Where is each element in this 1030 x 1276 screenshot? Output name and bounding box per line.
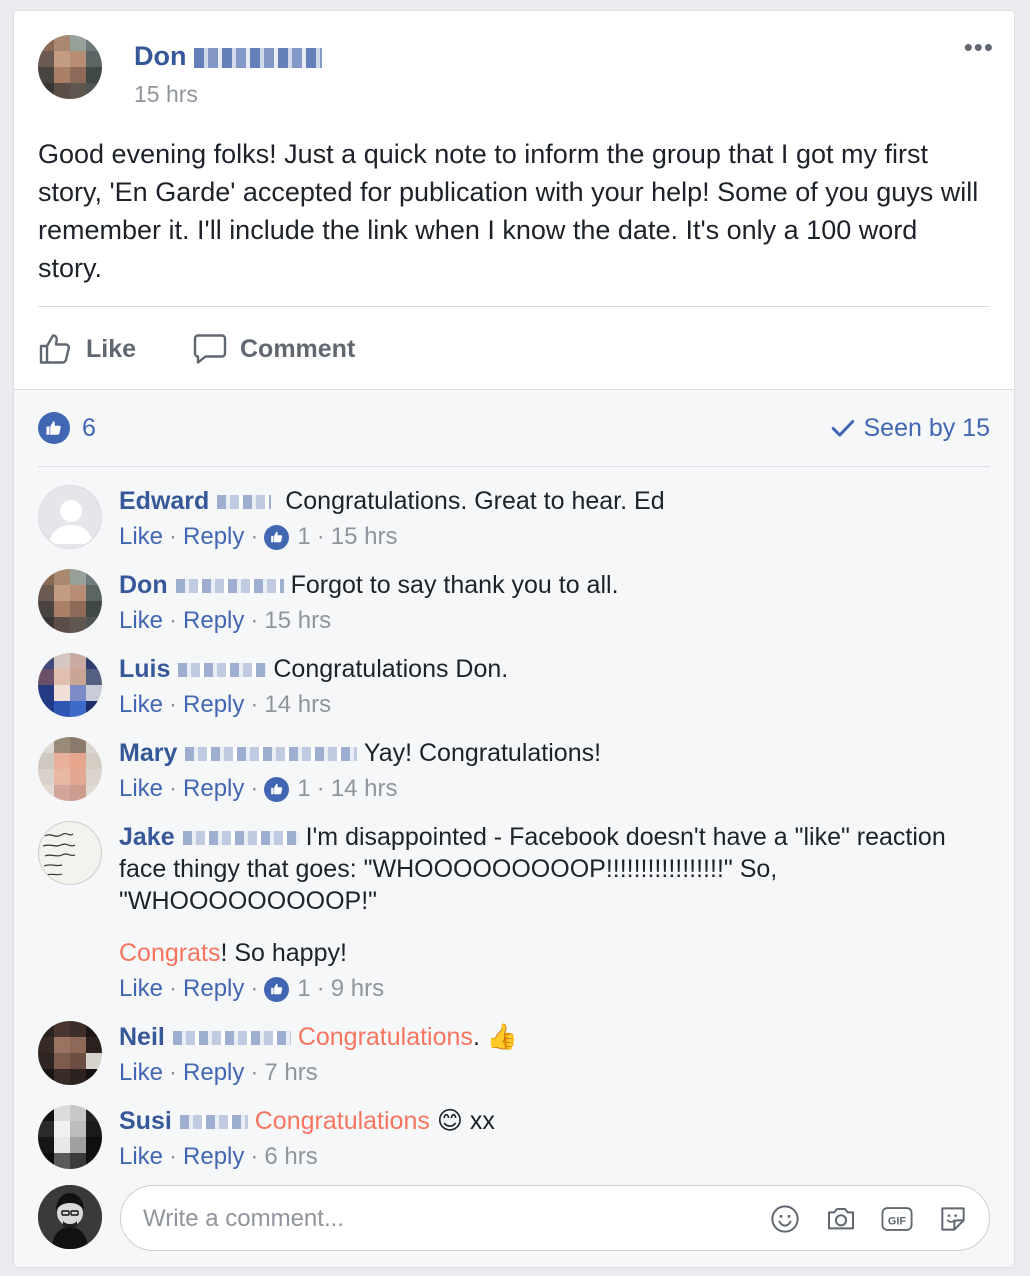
post-timestamp[interactable]: 15 hrs bbox=[134, 81, 198, 108]
seen-by[interactable]: Seen by 15 bbox=[830, 411, 991, 445]
commenter-avatar[interactable] bbox=[38, 737, 102, 801]
checkmark-icon bbox=[831, 419, 854, 437]
gif-icon[interactable]: GIF bbox=[880, 1202, 914, 1236]
divider bbox=[38, 466, 990, 467]
comment-time[interactable]: 15 hrs bbox=[264, 607, 331, 635]
commenter-avatar[interactable] bbox=[38, 569, 102, 633]
comment-icon bbox=[193, 334, 227, 364]
commenter-avatar[interactable] bbox=[38, 485, 102, 549]
comment-like-link[interactable]: Like bbox=[119, 775, 163, 803]
tagged-text[interactable]: Congratulations bbox=[298, 1023, 473, 1051]
comment-like-link[interactable]: Like bbox=[119, 607, 163, 635]
commenter-avatar[interactable] bbox=[38, 821, 102, 885]
comment-text: xx bbox=[469, 1107, 495, 1135]
comment-label: Comment bbox=[240, 334, 356, 363]
comment-like-link[interactable]: Like bbox=[119, 1143, 163, 1171]
commenter-name[interactable]: Neil bbox=[119, 1023, 291, 1051]
comment-button[interactable]: Comment bbox=[192, 329, 355, 369]
comment-reply-link[interactable]: Reply bbox=[183, 775, 244, 803]
comment-like-link[interactable]: Like bbox=[119, 691, 163, 719]
post-card: Don 15 hrs ••• Good evening folks! Just … bbox=[13, 10, 1015, 1268]
comment-input[interactable] bbox=[143, 1200, 743, 1238]
emoji-icon[interactable] bbox=[768, 1202, 802, 1236]
comment-reply-link[interactable]: Reply bbox=[183, 523, 244, 551]
comment-likes-count[interactable]: 1 bbox=[297, 775, 310, 803]
comment-text: Yay! Congratulations! bbox=[363, 739, 602, 767]
current-user-avatar bbox=[38, 1185, 102, 1249]
comment-likes-count[interactable]: 1 bbox=[297, 975, 310, 1003]
comment-text: Congratulations Don. bbox=[273, 655, 509, 683]
like-reaction-icon bbox=[264, 776, 290, 802]
sticker-icon[interactable] bbox=[936, 1202, 970, 1236]
comment-meta: Like · Reply · 7 hrs bbox=[119, 1059, 318, 1087]
comment-content: Susi Congratulations 😊 xx bbox=[119, 1105, 989, 1137]
comment-content: Mary Yay! Congratulations! bbox=[119, 737, 989, 769]
comment-time[interactable]: 14 hrs bbox=[264, 691, 331, 719]
commenter-avatar[interactable] bbox=[38, 1021, 102, 1085]
comment-reply-link[interactable]: Reply bbox=[183, 691, 244, 719]
comment-like-link[interactable]: Like bbox=[119, 1059, 163, 1087]
commenter-name[interactable]: Don bbox=[119, 571, 284, 599]
comment-reply-link[interactable]: Reply bbox=[183, 1059, 244, 1087]
commenter-avatar[interactable] bbox=[38, 1105, 102, 1169]
svg-text:GIF: GIF bbox=[888, 1215, 907, 1227]
comment-reply-link[interactable]: Reply bbox=[183, 607, 244, 635]
comment-like-link[interactable]: Like bbox=[119, 523, 163, 551]
comment-reply-link[interactable]: Reply bbox=[183, 1143, 244, 1171]
handwriting-avatar-image bbox=[42, 832, 76, 876]
tagged-text[interactable]: Congratulations bbox=[255, 1107, 430, 1135]
post-text: Good evening folks! Just a quick note to… bbox=[38, 139, 979, 283]
like-reaction-icon bbox=[264, 524, 290, 550]
comment-content: Don Forgot to say thank you to all. bbox=[119, 569, 989, 601]
comment-content: Neil Congratulations. 👍 bbox=[119, 1021, 989, 1053]
author-avatar[interactable] bbox=[38, 35, 102, 99]
more-options-icon[interactable]: ••• bbox=[964, 34, 994, 60]
comment-like-link[interactable]: Like bbox=[119, 975, 163, 1003]
commenter-avatar[interactable] bbox=[38, 653, 102, 717]
smile-emoji-icon: 😊 bbox=[436, 1107, 463, 1135]
default-avatar-icon bbox=[49, 500, 93, 544]
comment-time[interactable]: 7 hrs bbox=[264, 1059, 317, 1087]
comment-time[interactable]: 15 hrs bbox=[331, 523, 398, 551]
comment-content: Luis Congratulations Don. bbox=[119, 653, 989, 685]
like-reaction-icon bbox=[38, 412, 70, 444]
comment-content: Edward Congratulations. Great to hear. E… bbox=[119, 485, 989, 517]
commenter-name[interactable]: Edward bbox=[119, 487, 272, 515]
author-name[interactable]: Don bbox=[134, 41, 323, 72]
comment-text: Forgot to say thank you to all. bbox=[290, 571, 619, 599]
tagged-text[interactable]: Congrats bbox=[119, 939, 220, 967]
commenter-name[interactable]: Mary bbox=[119, 739, 358, 767]
comment-meta: Like · Reply · 6 hrs bbox=[119, 1143, 318, 1171]
camera-icon[interactable] bbox=[824, 1202, 858, 1236]
comment-meta: Like · Reply · 14 hrs bbox=[119, 691, 332, 719]
like-reaction-icon bbox=[264, 976, 290, 1002]
thumbs-up-emoji-icon: 👍 bbox=[486, 1023, 518, 1051]
thumbs-up-icon bbox=[39, 334, 71, 364]
commenter-name[interactable]: Jake bbox=[119, 823, 299, 851]
comment-composer[interactable]: GIF bbox=[120, 1185, 990, 1251]
comment-text: ! So happy! bbox=[220, 939, 347, 967]
like-button[interactable]: Like bbox=[38, 329, 136, 369]
divider bbox=[38, 306, 990, 307]
commenter-name[interactable]: Luis bbox=[119, 655, 267, 683]
comment-time[interactable]: 14 hrs bbox=[331, 775, 398, 803]
comment-meta: Like · Reply · 1 · 14 hrs bbox=[119, 775, 398, 803]
comment-text: Congratulations. Great to hear. Ed bbox=[285, 487, 665, 515]
comment-meta: Like · Reply · 1 · 15 hrs bbox=[119, 523, 398, 551]
comment-text: . bbox=[472, 1023, 480, 1051]
comment-reply-link[interactable]: Reply bbox=[183, 975, 244, 1003]
comment-meta: Like · Reply · 1 · 9 hrs bbox=[119, 975, 385, 1003]
comment-content: Jake I'm disappointed - Facebook doesn't… bbox=[119, 821, 989, 917]
post-header: Don 15 hrs bbox=[38, 35, 988, 115]
comment-meta: Like · Reply · 15 hrs bbox=[119, 607, 332, 635]
comment-content-second: Congrats! So happy! bbox=[119, 937, 989, 969]
likes-count: 6 bbox=[82, 413, 96, 442]
comment-time[interactable]: 9 hrs bbox=[331, 975, 384, 1003]
comment-likes-count[interactable]: 1 bbox=[297, 523, 310, 551]
comment-time[interactable]: 6 hrs bbox=[264, 1143, 317, 1171]
reactions-summary[interactable]: 6 bbox=[38, 411, 96, 445]
seen-by-label: Seen by 15 bbox=[863, 413, 991, 442]
commenter-name[interactable]: Susi bbox=[119, 1107, 248, 1135]
like-label: Like bbox=[86, 334, 137, 363]
